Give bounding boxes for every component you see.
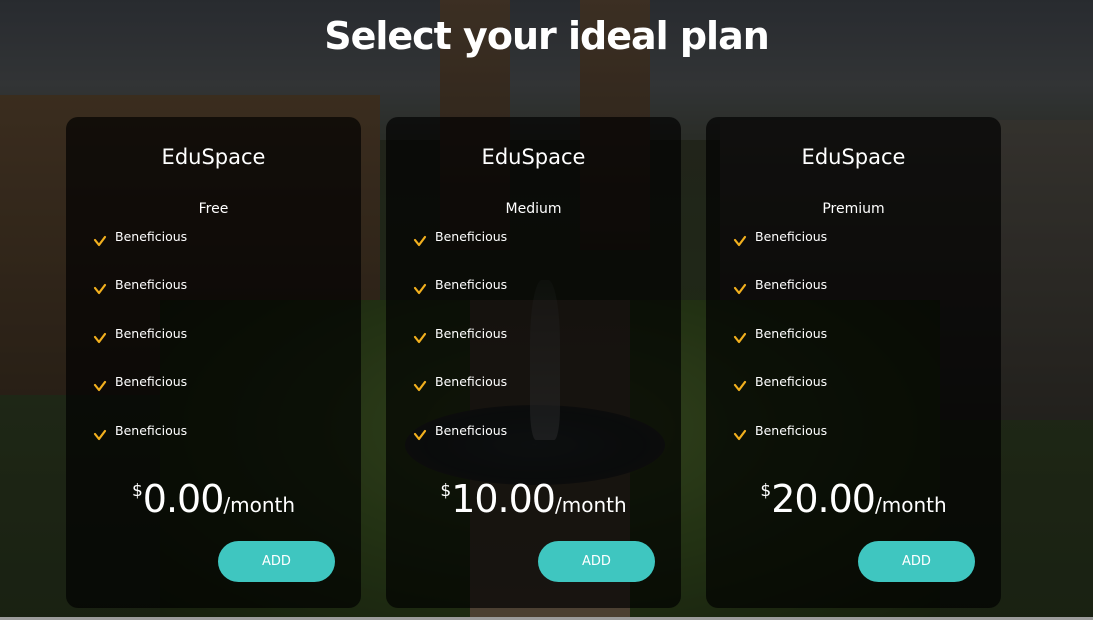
- feature-label: Beneficious: [435, 326, 508, 341]
- feature-item: Beneficious: [733, 230, 933, 250]
- feature-item: Beneficious: [733, 424, 933, 444]
- check-icon: [93, 380, 107, 392]
- plan-tier: Medium: [505, 201, 562, 217]
- plan-brand: EduSpace: [801, 145, 906, 169]
- check-icon: [413, 380, 427, 392]
- feature-label: Beneficious: [755, 423, 828, 438]
- feature-label: Beneficious: [435, 423, 508, 438]
- feature-item: Beneficious: [733, 278, 933, 298]
- feature-item: Beneficious: [93, 230, 293, 250]
- check-icon: [733, 380, 747, 392]
- add-plan-button[interactable]: ADD: [218, 541, 335, 582]
- feature-item: Beneficious: [93, 424, 293, 444]
- plan-card-free: EduSpace Free Beneficious Beneficious Be…: [66, 117, 361, 608]
- check-icon: [733, 283, 747, 295]
- feature-item: Beneficious: [93, 375, 293, 395]
- page-title: Select your ideal plan: [324, 14, 770, 58]
- feature-label: Beneficious: [115, 374, 188, 389]
- feature-label: Beneficious: [755, 229, 828, 244]
- check-icon: [93, 235, 107, 247]
- feature-item: Beneficious: [413, 375, 613, 395]
- price-currency: $: [131, 481, 143, 501]
- check-icon: [413, 283, 427, 295]
- check-icon: [733, 235, 747, 247]
- feature-label: Beneficious: [115, 229, 188, 244]
- feature-label: Beneficious: [755, 326, 828, 341]
- price-amount: 0.00: [142, 477, 225, 521]
- feature-label: Beneficious: [435, 374, 508, 389]
- check-icon: [93, 429, 107, 441]
- plan-price: $20.00/month: [706, 477, 1001, 521]
- price-period: /month: [874, 493, 947, 517]
- feature-item: Beneficious: [413, 327, 613, 347]
- feature-item: Beneficious: [93, 278, 293, 298]
- feature-item: Beneficious: [93, 327, 293, 347]
- check-icon: [93, 332, 107, 344]
- price-amount: 10.00: [451, 477, 556, 521]
- feature-item: Beneficious: [733, 375, 933, 395]
- feature-label: Beneficious: [115, 423, 188, 438]
- feature-item: Beneficious: [733, 327, 933, 347]
- plan-card-premium: EduSpace Premium Beneficious Beneficious…: [706, 117, 1001, 608]
- plan-card-medium: EduSpace Medium Beneficious Beneficious …: [386, 117, 681, 608]
- feature-label: Beneficious: [755, 374, 828, 389]
- feature-label: Beneficious: [115, 277, 188, 292]
- feature-label: Beneficious: [755, 277, 828, 292]
- price-currency: $: [440, 481, 452, 501]
- check-icon: [413, 235, 427, 247]
- feature-label: Beneficious: [435, 277, 508, 292]
- price-period: /month: [554, 493, 627, 517]
- plan-brand: EduSpace: [481, 145, 586, 169]
- add-plan-button[interactable]: ADD: [538, 541, 655, 582]
- feature-item: Beneficious: [413, 230, 613, 250]
- check-icon: [413, 429, 427, 441]
- feature-item: Beneficious: [413, 424, 613, 444]
- check-icon: [733, 332, 747, 344]
- check-icon: [93, 283, 107, 295]
- plan-tier: Premium: [822, 201, 885, 217]
- add-plan-button[interactable]: ADD: [858, 541, 975, 582]
- plan-brand: EduSpace: [161, 145, 266, 169]
- feature-label: Beneficious: [435, 229, 508, 244]
- plan-tier: Free: [198, 201, 229, 217]
- plan-price: $0.00/month: [66, 477, 361, 521]
- check-icon: [413, 332, 427, 344]
- price-amount: 20.00: [771, 477, 876, 521]
- price-period: /month: [223, 493, 296, 517]
- check-icon: [733, 429, 747, 441]
- price-currency: $: [760, 481, 772, 501]
- feature-label: Beneficious: [115, 326, 188, 341]
- feature-item: Beneficious: [413, 278, 613, 298]
- plan-price: $10.00/month: [386, 477, 681, 521]
